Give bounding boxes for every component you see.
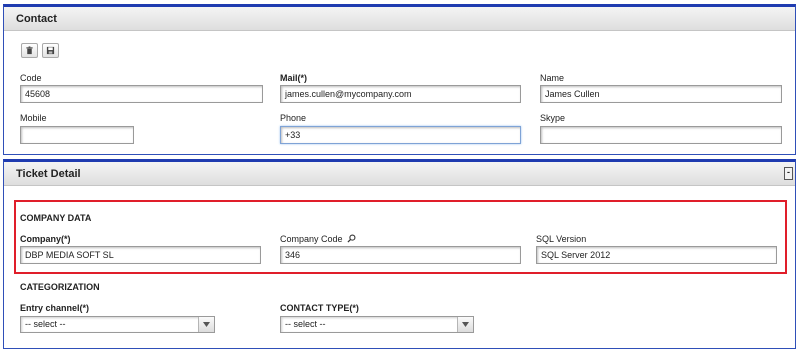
chevron-down-icon[interactable] <box>198 317 214 332</box>
contact-panel-header: Contact <box>4 7 795 31</box>
ticket-panel-header: Ticket Detail - <box>4 162 795 186</box>
trash-icon <box>26 46 33 55</box>
skype-input[interactable] <box>540 126 782 144</box>
company-input[interactable]: DBP MEDIA SOFT SL <box>20 246 261 264</box>
code-label: Code <box>20 73 42 83</box>
sql-version-input[interactable]: SQL Server 2012 <box>536 246 777 264</box>
name-label: Name <box>540 73 565 83</box>
sql-version-label: SQL Version <box>536 234 587 244</box>
company-code-input[interactable]: 346 <box>280 246 521 264</box>
collapse-button[interactable]: - <box>784 167 793 180</box>
contact-panel: Contact Code 45608 Mail(*) james.cullen@… <box>3 4 796 155</box>
entry-channel-select[interactable]: -- select -- <box>20 316 215 333</box>
entry-channel-label: Entry channel(*) <box>20 303 90 313</box>
mail-input[interactable]: james.cullen@mycompany.com <box>280 85 521 103</box>
contact-type-select[interactable]: -- select -- <box>280 316 474 333</box>
company-data-title: COMPANY DATA <box>20 213 92 223</box>
mobile-input[interactable] <box>20 126 134 144</box>
entry-channel-selected: -- select -- <box>25 319 66 329</box>
company-label: Company(*) <box>20 234 71 244</box>
delete-button[interactable] <box>21 43 38 58</box>
mobile-label: Mobile <box>20 113 47 123</box>
ticket-panel-title: Ticket Detail <box>16 168 81 180</box>
skype-label: Skype <box>540 113 566 123</box>
contact-panel-title: Contact <box>16 13 57 25</box>
contact-type-selected: -- select -- <box>285 319 326 329</box>
code-input[interactable]: 45608 <box>20 85 263 103</box>
phone-input[interactable]: +33 <box>280 126 521 144</box>
search-icon[interactable] <box>347 234 356 243</box>
contact-toolbar <box>21 43 59 58</box>
save-icon <box>46 46 55 55</box>
save-button[interactable] <box>42 43 59 58</box>
phone-label: Phone <box>280 113 307 123</box>
mail-label: Mail(*) <box>280 73 307 83</box>
name-input[interactable]: James Cullen <box>540 85 782 103</box>
categorization-title: CATEGORIZATION <box>20 282 100 292</box>
company-code-label-text: Company Code <box>280 234 343 244</box>
company-code-label: Company Code <box>280 234 356 244</box>
ticket-detail-panel: Ticket Detail - COMPANY DATA Company(*) … <box>3 159 796 349</box>
contact-type-label: CONTACT TYPE(*) <box>280 303 359 313</box>
chevron-down-icon[interactable] <box>457 317 473 332</box>
